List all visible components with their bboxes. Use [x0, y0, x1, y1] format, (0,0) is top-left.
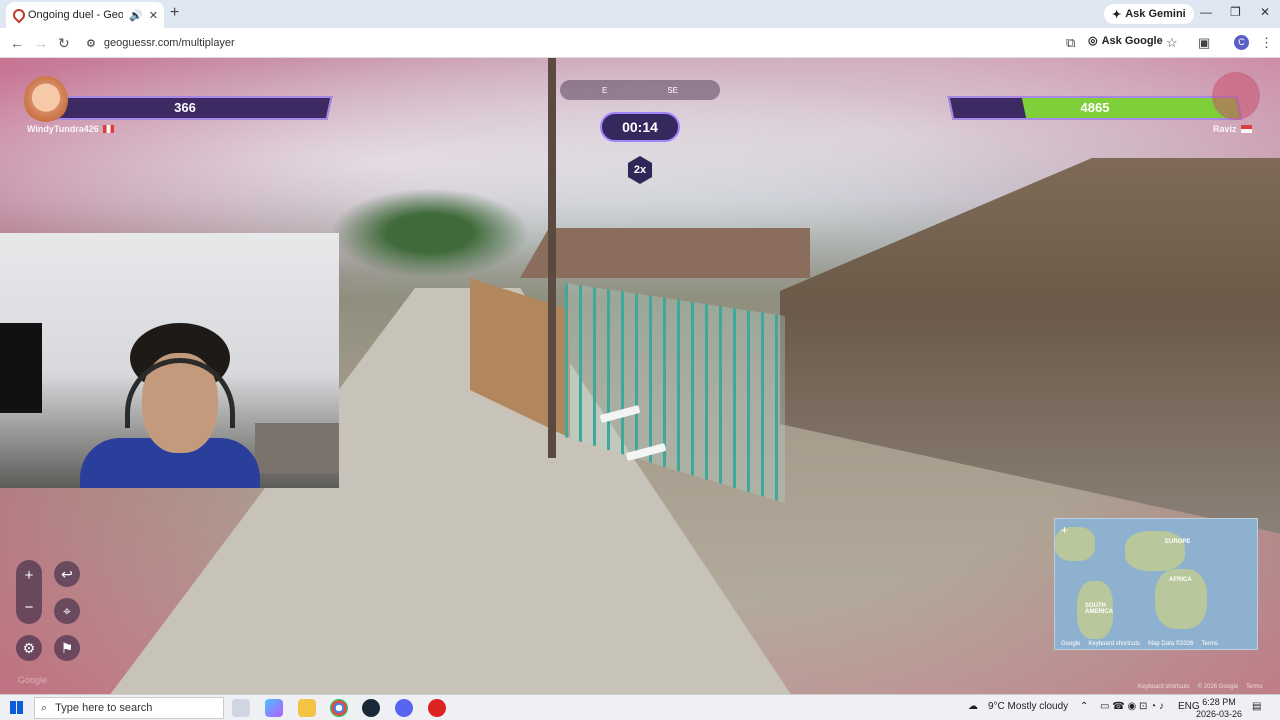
webcam-overlay [0, 233, 339, 488]
tab-geoguessr[interactable]: Ongoing duel - GeoGuessr 🔊 ✕ [6, 2, 164, 28]
player-left-nameplate: WindyTundra426 [27, 124, 114, 134]
lens-icon: ◎ [1088, 35, 1098, 47]
search-icon: ⌕ [41, 701, 48, 714]
restore-icon[interactable]: ❐ [1230, 5, 1241, 19]
webcam-couch [255, 423, 339, 473]
geoguessr-pin-icon [12, 9, 22, 21]
undo-move-button[interactable]: ↩ [54, 561, 80, 587]
player-left-hp: 366 [174, 100, 196, 115]
windows-start-icon[interactable] [10, 701, 23, 714]
player-right-nameplate: Raviz [1213, 124, 1252, 134]
speaker-icon[interactable]: 🔊 [129, 9, 143, 22]
player-left-avatar [24, 76, 68, 124]
reload-icon[interactable]: ↻ [58, 35, 70, 52]
indonesia-flag-icon [1240, 125, 1252, 133]
ask-google-label: Ask Google [1101, 34, 1163, 47]
side-panel-icon[interactable]: ▣ [1198, 35, 1210, 51]
taskbar-clock[interactable]: 6:28 PM 2026-03-26 [1196, 696, 1242, 720]
windows-taskbar: ⌕ Type here to search ☁ 9°C Mostly cloud… [0, 694, 1280, 720]
tray-icons[interactable]: ▭ ☎ ◉ ⊡ ◔ ♪ [1100, 701, 1164, 712]
steam-icon[interactable] [362, 699, 380, 717]
credit-shortcuts[interactable]: Keyboard shortcuts [1138, 684, 1190, 690]
guess-minimap[interactable]: EUROPE AFRICA SOUTH AMERICA + Google Key… [1054, 518, 1258, 650]
back-icon[interactable]: ← [10, 35, 24, 51]
minimap-footer: Google Keyboard shortcuts Map Data ©2026… [1061, 641, 1253, 647]
trees [330, 188, 530, 278]
tab-title: Ongoing duel - GeoGuessr [28, 9, 124, 21]
minimap-google-logo: Google [1061, 641, 1081, 647]
player-right-avatar [1212, 72, 1260, 120]
map-label-europe: EUROPE [1165, 539, 1191, 545]
address-bar-row: ← → ↻ ⚙ geoguessr.com/multiplayer ⧉ ◎ As… [0, 28, 1280, 58]
return-to-start-button[interactable]: ⌖ [54, 598, 80, 624]
ask-gemini-button[interactable]: ✦ Ask Gemini [1104, 4, 1194, 24]
tab-strip: Ongoing duel - GeoGuessr 🔊 ✕ + ✦ Ask Gem… [0, 0, 1280, 28]
map-zoom-in-icon[interactable]: + [1061, 523, 1068, 537]
gemini-sparkle-icon: ✦ [1112, 8, 1122, 21]
compass: E SE [560, 80, 720, 100]
credit-terms[interactable]: Terms [1246, 684, 1262, 690]
utility-pole [548, 58, 556, 458]
new-tab-button[interactable]: + [170, 4, 179, 22]
clock-time: 6:28 PM [1202, 697, 1236, 707]
search-placeholder: Type here to search [55, 702, 153, 714]
settings-gear-icon[interactable]: ⚙ [16, 635, 42, 661]
file-explorer-icon[interactable] [298, 699, 316, 717]
url-field[interactable]: ⚙ geoguessr.com/multiplayer [80, 32, 1060, 54]
ask-google-button[interactable]: ◎ Ask Google [1088, 34, 1163, 48]
compass-east: E [601, 85, 608, 95]
player-left-health-bar: 366 [37, 96, 333, 120]
weather-icon[interactable]: ☁ [968, 701, 978, 712]
minimap-map-data: Map Data ©2026 [1148, 641, 1194, 647]
discord-icon[interactable] [395, 699, 413, 717]
flag-report-icon[interactable]: ⚑ [54, 635, 80, 661]
credit-copyright: © 2026 Google [1197, 684, 1239, 690]
player-right-health-bar: 4865 [947, 96, 1243, 120]
weather-text[interactable]: 9°C Mostly cloudy [988, 701, 1068, 712]
google-watermark: Google [18, 675, 48, 685]
player-right-hp: 4865 [1080, 100, 1110, 115]
close-window-icon[interactable]: ✕ [1260, 5, 1270, 19]
menu-kebab-icon[interactable]: ⋮ [1260, 35, 1273, 51]
player-left-name: WindyTundra426 [27, 124, 99, 134]
canada-flag-icon [102, 125, 114, 133]
taskbar-search[interactable]: ⌕ Type here to search [34, 697, 224, 719]
close-tab-icon[interactable]: ✕ [149, 9, 158, 22]
compass-southeast: SE [667, 85, 678, 95]
zoom-control: + − [16, 560, 42, 624]
copilot-icon[interactable] [265, 699, 283, 717]
map-europe-land [1125, 531, 1185, 571]
roof [520, 228, 810, 278]
notifications-icon[interactable]: ▤ [1252, 701, 1261, 712]
task-view-icon[interactable] [232, 699, 250, 717]
webcam-tv [0, 323, 42, 413]
player-right-name: Raviz [1213, 124, 1237, 134]
zoom-in-button[interactable]: + [16, 560, 42, 592]
minimap-shortcuts[interactable]: Keyboard shortcuts [1088, 641, 1140, 647]
minimize-icon[interactable]: — [1200, 5, 1212, 19]
webcam-person [80, 323, 260, 488]
round-timer: 00:14 [600, 112, 680, 142]
tray-chevron-icon[interactable]: ⌃ [1080, 701, 1088, 712]
url-text: geoguessr.com/multiplayer [103, 37, 235, 49]
forward-icon[interactable]: → [34, 35, 48, 51]
map-label-south-america: SOUTH AMERICA [1085, 603, 1113, 615]
install-app-icon[interactable]: ⧉ [1066, 35, 1075, 51]
street-view-credit: Keyboard shortcuts © 2026 Google Terms [1138, 684, 1263, 690]
profile-avatar[interactable]: C [1234, 35, 1249, 50]
map-label-africa: AFRICA [1169, 577, 1192, 583]
street-view-panorama[interactable]: E SE 00:14 2x 366 WindyTundra426 4865 Ra… [0, 58, 1280, 694]
minimap-terms[interactable]: Terms [1202, 641, 1218, 647]
bookmark-star-icon[interactable]: ☆ [1166, 35, 1178, 51]
site-info-icon[interactable]: ⚙ [86, 37, 96, 50]
clock-date: 2026-03-26 [1196, 709, 1243, 719]
zoom-out-button[interactable]: − [16, 592, 42, 624]
ask-gemini-label: Ask Gemini [1125, 8, 1186, 20]
chrome-icon[interactable] [330, 699, 348, 717]
obs-icon[interactable] [428, 699, 446, 717]
